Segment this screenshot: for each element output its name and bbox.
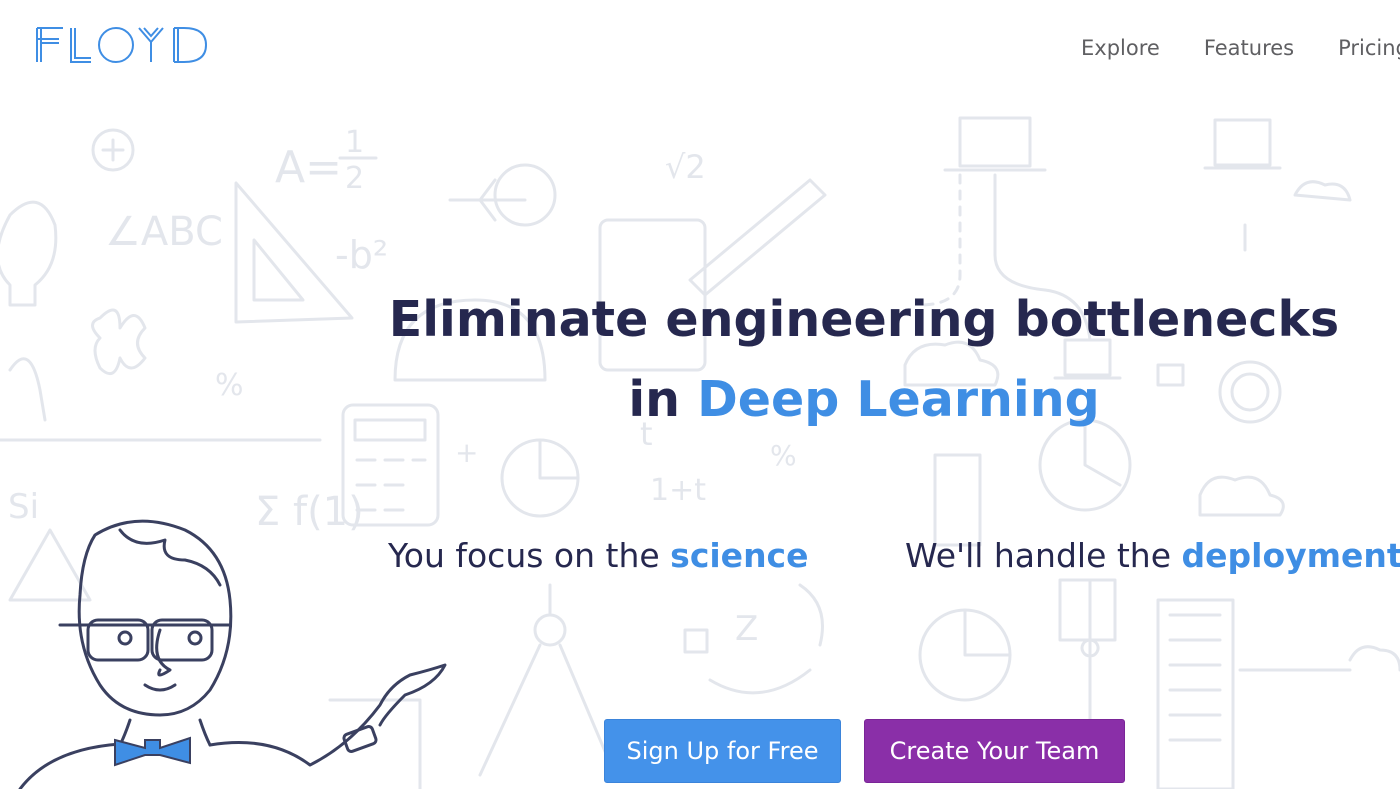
bowtie [114,736,191,767]
svg-text:+: + [455,436,478,469]
sign-up-free-button[interactable]: Sign Up for Free [604,719,841,783]
scientist-mascot-illustration [18,519,447,789]
svg-text:√2: √2 [665,148,706,186]
tagline-science-accent: science [670,536,809,575]
headline-accent: Deep Learning [697,371,1100,428]
nav-features[interactable]: Features [1204,36,1294,60]
main-nav: Explore Features Pricing [1081,36,1400,60]
headline-prefix: in [628,371,698,428]
svg-text:1: 1 [345,125,364,160]
nav-pricing[interactable]: Pricing [1338,36,1400,60]
formula-doodle: A= [275,142,342,193]
svg-text:Z: Z [735,609,758,649]
svg-text:-b²: -b² [335,233,388,277]
nav-explore[interactable]: Explore [1081,36,1160,60]
top-navbar: Explore Features Pricing [0,0,1400,95]
svg-text:2: 2 [345,161,364,196]
svg-text:%: % [770,439,797,472]
create-team-button[interactable]: Create Your Team [864,719,1125,783]
floyd-logo[interactable] [34,24,214,64]
hero-headline: Eliminate engineering bottlenecks in Dee… [0,280,1400,440]
laptop-doodle [943,116,1047,172]
tagline-deployment: We'll handle the deployment [905,536,1400,575]
tagline-deployment-prefix: We'll handle the [905,536,1182,575]
tagline-deployment-accent: deployment [1181,536,1400,575]
head [77,519,233,717]
headline-line1: Eliminate engineering bottlenecks [388,291,1340,348]
svg-text:∠ABC: ∠ABC [105,209,223,255]
svg-text:1+t: 1+t [650,473,706,508]
